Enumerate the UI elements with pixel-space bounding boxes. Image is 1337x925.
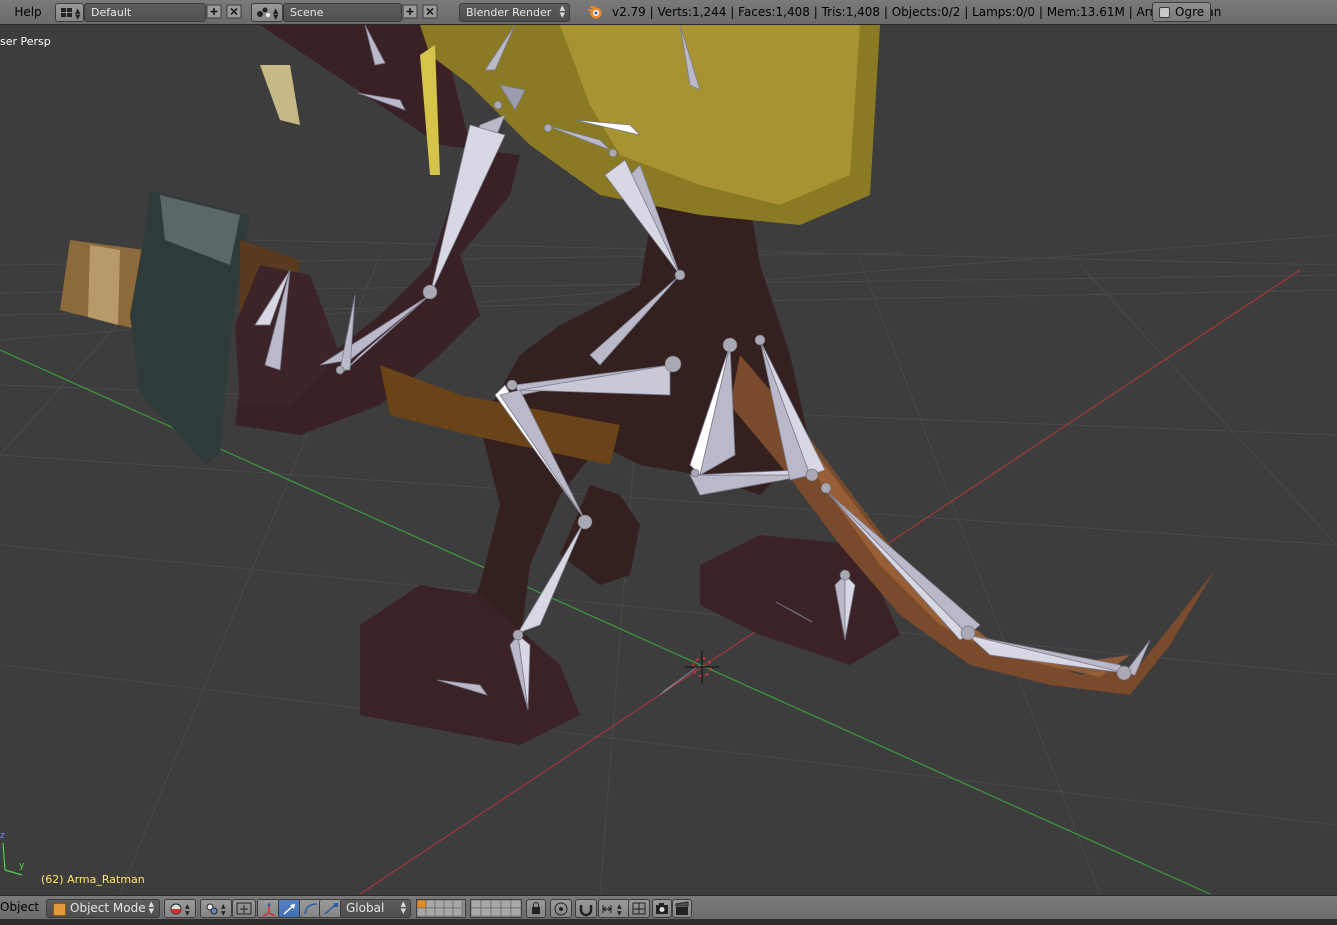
screen-layout-field[interactable]: Default — [84, 3, 206, 22]
svg-text:▼: ▼ — [273, 13, 279, 21]
view-name-label: ser Persp — [0, 35, 51, 48]
object-mode-icon — [53, 903, 66, 916]
add-icon — [402, 4, 418, 19]
chevron-updown-icon: ▲ ▼ — [559, 4, 565, 19]
active-object-label: (62) Arma_Ratman — [41, 873, 145, 886]
snap-magnet-icon — [579, 905, 593, 917]
close-icon — [226, 4, 242, 19]
scene-name: Scene — [290, 6, 324, 19]
axis-z-label: z — [0, 831, 5, 841]
opengl-render-button[interactable] — [652, 899, 672, 918]
layer-buttons-group-1[interactable] — [416, 899, 466, 918]
transform-manipulator-icon — [262, 903, 276, 917]
delete-screen-button[interactable] — [226, 4, 242, 19]
snap-element-button[interactable]: ▲ ▼ — [598, 899, 630, 918]
checkbox[interactable] — [1159, 7, 1170, 18]
manipulate-center-button[interactable] — [232, 899, 256, 918]
camera-icon — [656, 903, 668, 914]
scene-icon-button[interactable]: ▲ ▼ — [251, 3, 283, 22]
pivot-icon: ▲▼ — [206, 903, 226, 917]
svg-text:▼: ▼ — [617, 910, 622, 917]
status-strip — [0, 919, 1337, 925]
viewport-canvas[interactable] — [0, 25, 1337, 894]
orientation-label: Global — [346, 901, 385, 915]
render-engine-dropdown[interactable]: Blender Render ▲ ▼ — [459, 3, 570, 22]
pivot-point-button[interactable]: ▲ ▼ — [200, 899, 232, 918]
screen-layout-name: Default — [91, 6, 132, 19]
object-menu[interactable]: Object — [0, 900, 39, 914]
chevron-updown-icon: ▲ ▼ — [400, 900, 406, 915]
add-scene-button[interactable] — [402, 4, 418, 19]
snap-toggle-button[interactable] — [575, 899, 597, 918]
ogre-label: Ogre — [1175, 5, 1205, 19]
proportional-editing-button[interactable] — [550, 899, 572, 918]
delete-scene-button[interactable] — [422, 4, 438, 19]
lock-layers-button[interactable] — [526, 899, 546, 918]
snap-target-button[interactable] — [628, 899, 650, 918]
svg-text:▲: ▲ — [185, 903, 190, 910]
mode-label: Object Mode — [70, 901, 146, 915]
transform-orientation-dropdown[interactable]: Global ▲ ▼ — [340, 899, 411, 918]
viewport-shading-button[interactable]: ▲ ▼ — [164, 899, 196, 918]
blender-logo-icon — [588, 6, 602, 19]
help-menu[interactable]: Help — [8, 4, 48, 20]
scene-field[interactable]: Scene — [283, 3, 402, 22]
layer-grid-icon[interactable] — [416, 899, 465, 917]
manipulator-center-icon — [236, 902, 252, 915]
interaction-mode-dropdown[interactable]: Object Mode ▲ ▼ — [46, 899, 160, 918]
3d-cursor[interactable] — [685, 650, 719, 684]
render-engine-label: Blender Render — [466, 6, 552, 19]
svg-text:▲: ▲ — [617, 903, 622, 910]
scene-statistics: v2.79 | Verts:1,244 | Faces:1,408 | Tris… — [612, 5, 1222, 19]
shading-sphere-icon: ▲▼ — [170, 903, 190, 917]
info-header: Help ▲ ▼ Default ▲ ▼ Scene Blender Render … — [0, 0, 1337, 25]
svg-text:▼: ▼ — [185, 910, 190, 917]
snap-target-icon — [632, 902, 646, 915]
chevron-updown-icon: ▲ ▼ — [148, 900, 154, 915]
screen-layout-icon-button[interactable]: ▲ ▼ — [55, 3, 84, 22]
svg-text:▼: ▼ — [75, 13, 81, 21]
axis-y-label: y — [19, 861, 25, 871]
add-icon — [206, 4, 222, 19]
opengl-animation-button[interactable] — [672, 899, 692, 918]
clapperboard-icon — [675, 901, 689, 915]
proportional-edit-icon — [554, 902, 568, 916]
snap-increment-icon: ▲▼ — [602, 903, 622, 917]
arrow-icon — [283, 903, 296, 915]
3d-viewport[interactable]: ser Persp z y (62) Arma_Ratman — [0, 25, 1337, 894]
scene-icon: ▲▼ — [257, 7, 279, 21]
layer-buttons-group-2[interactable] — [470, 899, 522, 918]
3d-view-header: Object Object Mode ▲ ▼ ▲ ▼ ▲ ▼ Global ▲ ▼ — [0, 895, 1337, 920]
layer-grid-icon[interactable] — [470, 899, 522, 917]
svg-text:▼: ▼ — [221, 910, 226, 917]
scale-icon — [324, 903, 338, 915]
svg-text:▲: ▲ — [221, 903, 226, 910]
close-icon — [422, 4, 438, 19]
ogre-toggle[interactable]: Ogre — [1152, 2, 1211, 22]
lock-icon — [532, 902, 540, 914]
screen-layout-icon: ▲▼ — [61, 7, 81, 21]
add-screen-button[interactable] — [206, 4, 222, 19]
